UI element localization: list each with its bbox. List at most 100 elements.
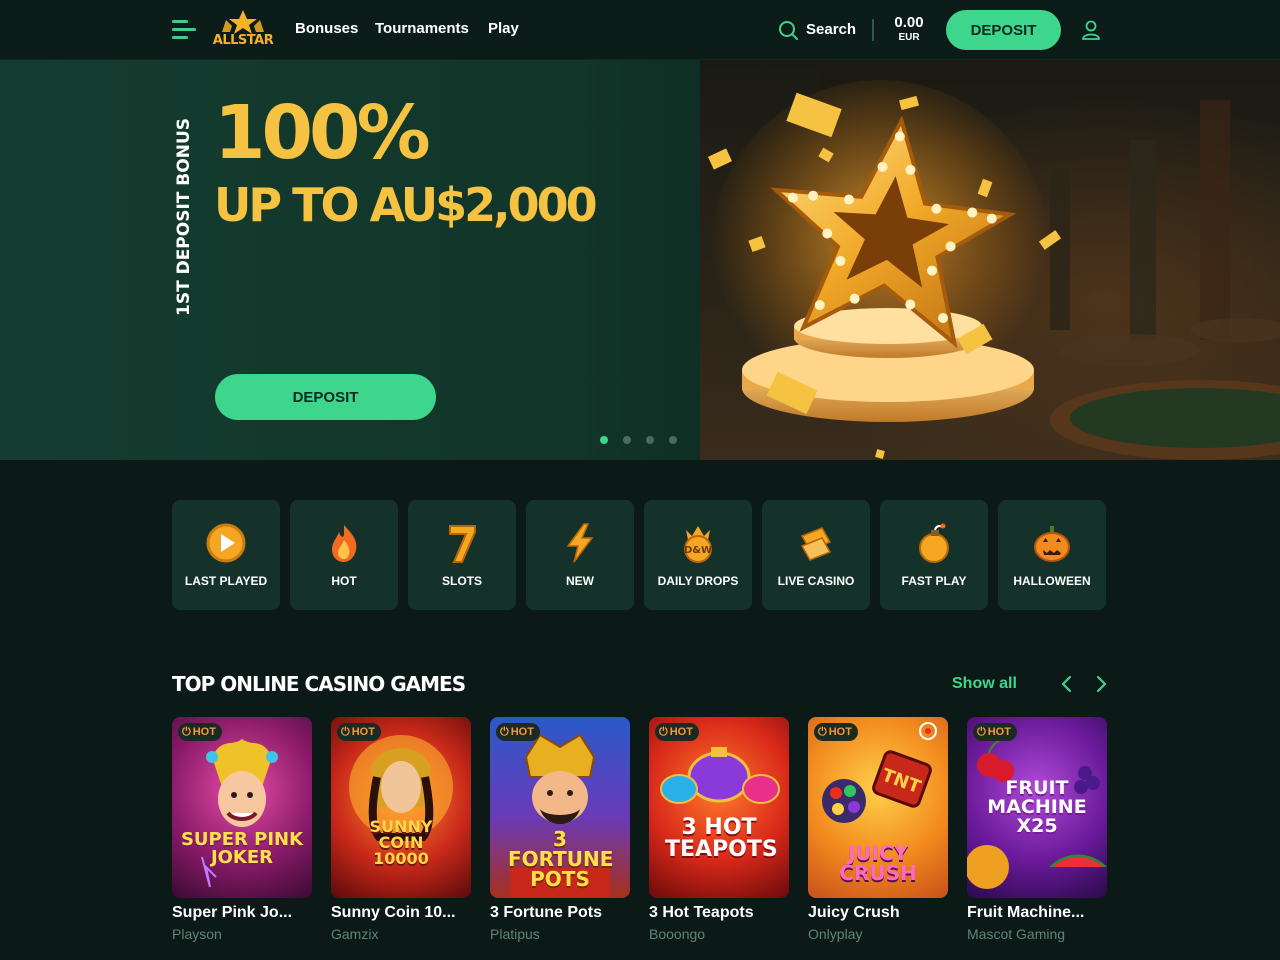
hot-badge: ⏻ HOT [814, 723, 858, 741]
category-label: SLOTS [441, 574, 482, 588]
hot-badge: ⏻ HOT [178, 723, 222, 741]
allstar-logo[interactable]: ALLSTAR [212, 8, 274, 50]
flame-icon [332, 525, 357, 562]
hero-vertical-text: 1ST DEPOSIT BONUS [174, 118, 194, 316]
play-circle-icon [206, 523, 246, 563]
hero-banner: 1ST DEPOSIT BONUS 100% UP TO AU$2,000 DE… [0, 60, 1280, 460]
chevron-right-icon[interactable] [1092, 674, 1110, 694]
hot-badge-label: HOT [351, 726, 375, 738]
category-new[interactable]: NEW [526, 500, 634, 610]
pumpkin-icon [1034, 526, 1070, 562]
cards-icon [800, 527, 832, 561]
hot-badge: ⏻ HOT [496, 723, 540, 741]
site-header: ALLSTAR Bonuses Tournaments Play Search … [0, 0, 1280, 60]
game-name: Juicy Crush [808, 904, 900, 921]
header-divider [872, 19, 874, 41]
carousel-dot-1[interactable] [600, 436, 608, 444]
nav-play[interactable]: Play [488, 20, 519, 37]
carousel-dot-2[interactable] [623, 436, 631, 444]
user-account-button[interactable] [1080, 19, 1102, 41]
gold-star-illustration [707, 80, 1062, 459]
daily-drops-icon: D&W [684, 526, 712, 563]
logo-text: ALLSTAR [212, 33, 274, 48]
category-hot[interactable]: HOT [290, 500, 398, 610]
balance-display[interactable]: 0.00 EUR [888, 14, 930, 43]
game-card[interactable]: ⏻ HOT 3 HOT TEAPOTS 3 Hot Teapots Booongo [649, 717, 789, 960]
hot-badge-label: HOT [828, 726, 852, 738]
category-daily-drops[interactable]: D&W DAILY DROPS [644, 500, 752, 610]
category-label: HOT [331, 574, 357, 588]
chevron-left-icon[interactable] [1058, 674, 1076, 694]
lightning-icon [566, 523, 594, 563]
game-card[interactable]: ⏻ HOT FRUIT MACHINE X25 Fruit Machine... … [967, 717, 1107, 960]
balance-amount: 0.00 [894, 14, 924, 31]
search-icon [779, 21, 798, 40]
game-name: Fruit Machine... [967, 904, 1085, 921]
hot-badge-label: HOT [192, 726, 216, 738]
game-thumbnail[interactable]: ⏻ HOT SUPER PINK JOKER [172, 717, 312, 898]
nav-bonuses[interactable]: Bonuses [295, 20, 358, 37]
teapots-illustration [660, 747, 780, 804]
game-name: Sunny Coin 10... [331, 904, 456, 921]
show-all-link[interactable]: Show all [952, 675, 1017, 693]
game-provider: Platipus [490, 926, 540, 942]
carousel-dot-4[interactable] [669, 436, 677, 444]
category-label: NEW [566, 574, 594, 588]
category-label: LAST PLAYED [184, 574, 268, 588]
game-card[interactable]: ⏻ HOT 3 FORTUNE POTS 3 Fortune Pots Plati… [490, 717, 630, 960]
game-art-title: 3 HOT TEAPOTS [665, 815, 778, 862]
game-provider: Gamzix [331, 926, 379, 942]
category-halloween[interactable]: HALLOWEEN [998, 500, 1106, 610]
game-art-title: SUNNY COIN 10000 [369, 817, 433, 868]
game-thumbnail[interactable]: ⏻ HOT 3 FORTUNE POTS [490, 717, 630, 898]
game-provider: Booongo [649, 926, 706, 942]
flame-icon: ⏻ [659, 725, 668, 738]
game-provider: Mascot Gaming [967, 926, 1066, 942]
game-card[interactable]: ⏻ HOT SUPER PINK JOKER Super Pink Jo... P… [172, 717, 312, 960]
menu-icon[interactable] [172, 18, 196, 42]
game-thumbnail[interactable]: ⏻ HOT 3 HOT TEAPOTS [649, 717, 789, 898]
category-fast-play[interactable]: FAST PLAY [880, 500, 988, 610]
hot-badge: ⏻ HOT [655, 723, 699, 741]
user-icon [1082, 20, 1100, 40]
game-art-title: FRUIT MACHINE X25 [987, 777, 1087, 837]
flame-icon: ⏻ [341, 725, 350, 738]
game-name: Super Pink Jo... [172, 904, 293, 921]
balance-currency: EUR [898, 32, 920, 43]
game-thumbnail[interactable]: ⏻ HOT SUNNY COIN 10000 [331, 717, 471, 898]
flame-icon: ⏻ [500, 725, 509, 738]
hero-deposit-button[interactable]: DEPOSIT [215, 374, 436, 420]
game-art-title: 3 FORTUNE POTS [508, 827, 614, 891]
game-thumbnail[interactable]: ⏻ HOT FRUIT MACHINE X25 [967, 717, 1107, 898]
header-deposit-button[interactable]: DEPOSIT [946, 10, 1061, 50]
game-art-title: SUPER PINK JOKER [180, 829, 304, 868]
game-name: 3 Hot Teapots [649, 904, 754, 921]
category-label: FAST PLAY [901, 574, 967, 588]
category-slots[interactable]: SLOTS [408, 500, 516, 610]
category-last-played[interactable]: LAST PLAYED [172, 500, 280, 610]
flame-icon: ⏻ [182, 725, 191, 738]
svg-text:D&W: D&W [684, 545, 712, 556]
game-provider: Playson [172, 926, 222, 942]
flame-icon: ⏻ [818, 725, 827, 738]
carousel-dot-3[interactable] [646, 436, 654, 444]
game-art-title: JUICY CRUSH [839, 841, 917, 885]
nav-tournaments[interactable]: Tournaments [375, 20, 469, 37]
game-provider: Onlyplay [808, 926, 863, 942]
search-label: Search [806, 21, 857, 38]
hot-badge: ⏻ HOT [973, 723, 1017, 741]
joker-illustration [201, 739, 278, 888]
hero-headline: 100% [214, 90, 431, 176]
category-label: DAILY DROPS [657, 574, 739, 588]
hot-badge-label: HOT [669, 726, 693, 738]
flame-icon: ⏻ [977, 725, 986, 738]
game-thumbnail[interactable]: TNT ⏻ HOT JUICY CRUSH [808, 717, 948, 898]
section-title: TOP ONLINE CASINO GAMES [172, 672, 466, 696]
game-card[interactable]: TNT ⏻ HOT JUICY CRUSH Juicy Crush Onlypla… [808, 717, 948, 960]
hot-badge: ⏻ HOT [337, 723, 381, 741]
game-card[interactable]: ⏻ HOT SUNNY COIN 10000 Sunny Coin 10... G… [331, 717, 471, 960]
seven-icon [449, 525, 476, 563]
category-label: HALLOWEEN [1013, 574, 1091, 588]
hot-badge-label: HOT [987, 726, 1011, 738]
category-live-casino[interactable]: LIVE CASINO [762, 500, 870, 610]
